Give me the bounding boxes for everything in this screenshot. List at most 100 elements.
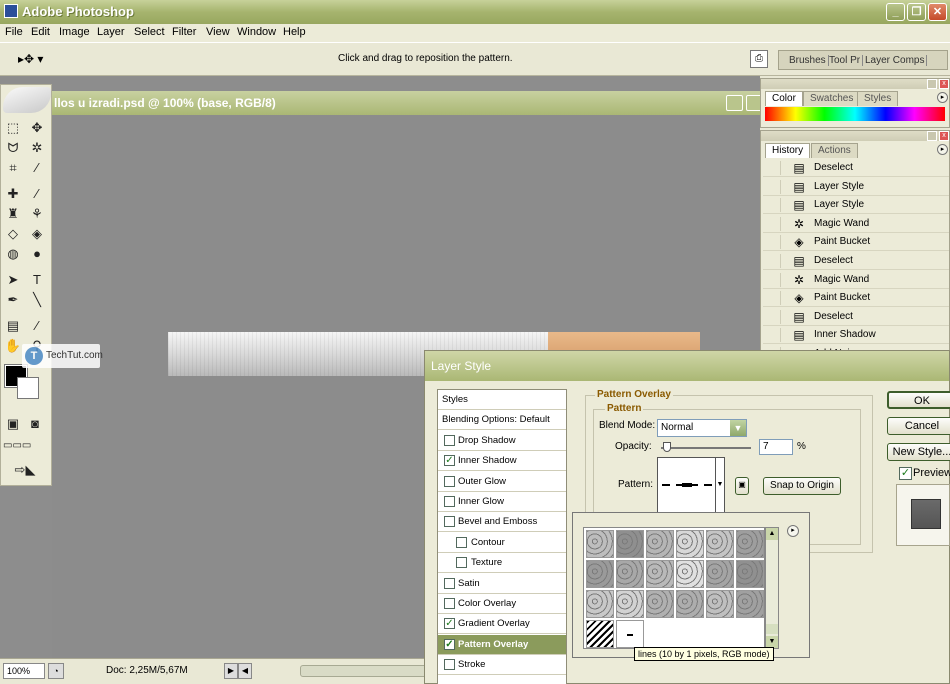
pattern-swatch-texture[interactable] — [646, 590, 674, 618]
pattern-swatch-texture[interactable] — [736, 530, 764, 558]
standard-mode-icon[interactable]: ▣ — [3, 415, 23, 433]
color-palette-close-button[interactable]: x — [939, 79, 949, 89]
paint-bucket-tool-icon[interactable]: ◈ — [27, 225, 47, 243]
history-item[interactable]: ▤ Deselect — [763, 159, 949, 177]
style-checkbox[interactable]: ✓ — [444, 638, 455, 650]
history-snapshot-source[interactable] — [765, 235, 781, 250]
pattern-swatch-texture[interactable] — [646, 530, 674, 558]
style-item-drop-shadow[interactable]: Drop Shadow — [438, 431, 566, 451]
document-title-bar[interactable]: llos u izradi.psd @ 100% (base, RGB/8) — [52, 91, 763, 115]
style-checkbox[interactable] — [456, 536, 467, 548]
history-snapshot-source[interactable] — [765, 291, 781, 306]
style-checkbox[interactable] — [444, 475, 455, 487]
status-menu-arrow-icon[interactable]: ▶ — [224, 663, 238, 679]
blur-tool-icon[interactable]: ◍ — [3, 245, 23, 263]
style-checkbox[interactable]: ✓ — [444, 455, 455, 467]
style-checkbox[interactable] — [444, 577, 455, 589]
pattern-swatch-texture[interactable] — [736, 560, 764, 588]
pattern-swatch-texture[interactable] — [706, 560, 734, 588]
pattern-swatch-texture[interactable] — [646, 560, 674, 588]
magic-wand-tool-icon[interactable]: ✲ — [27, 139, 47, 157]
notes-tool-icon[interactable]: ▤ — [3, 317, 23, 335]
style-item-satin[interactable]: Satin — [438, 574, 566, 594]
eraser-tool-icon[interactable]: ◇ — [3, 225, 23, 243]
style-checkbox[interactable] — [444, 598, 455, 609]
cancel-button[interactable]: Cancel — [887, 417, 950, 435]
history-brush-tool-icon[interactable]: ⚘ — [27, 205, 47, 223]
history-item[interactable]: ▤ Deselect — [763, 252, 949, 270]
line-tool-icon[interactable]: ╲ — [27, 291, 47, 309]
history-snapshot-source[interactable] — [765, 328, 781, 343]
history-palette-menu-icon[interactable]: ▸ — [937, 144, 948, 155]
pattern-swatch[interactable] — [657, 457, 719, 513]
pattern-swatch-texture[interactable] — [706, 530, 734, 558]
history-snapshot-source[interactable] — [765, 254, 781, 268]
pattern-picker-scrollbar[interactable]: ▲ ▼ — [765, 527, 779, 649]
color-palette-menu-icon[interactable]: ▸ — [937, 92, 948, 103]
style-item-inner-shadow[interactable]: ✓ Inner Shadow — [438, 451, 566, 472]
history-snapshot-source[interactable] — [765, 161, 781, 175]
dialog-title-bar[interactable]: Layer Style — [425, 351, 949, 381]
history-item[interactable]: ✲ Magic Wand — [763, 270, 949, 289]
well-tab-brushes[interactable]: Brushes — [789, 55, 829, 66]
style-checkbox[interactable]: ✓ — [444, 618, 455, 630]
style-item-contour[interactable]: Contour — [438, 533, 566, 553]
zoom-preview-icon[interactable]: ◔ — [48, 663, 64, 679]
brush-tool-icon[interactable]: ∕ — [27, 185, 47, 203]
restore-button[interactable]: ❐ — [907, 3, 926, 21]
healing-brush-tool-icon[interactable]: ✚ — [3, 185, 23, 203]
well-tab-tool-presets[interactable]: Tool Pr — [829, 55, 864, 66]
move-tool-icon[interactable]: ✥ — [27, 119, 47, 137]
menu-file[interactable]: File — [5, 26, 23, 38]
horizontal-scrollbar[interactable] — [300, 665, 430, 677]
history-palette-header[interactable] — [761, 131, 949, 141]
style-item-gradient-overlay[interactable]: ✓ Gradient Overlay — [438, 614, 566, 635]
pattern-swatch-texture[interactable] — [676, 560, 704, 588]
menu-select[interactable]: Select — [134, 26, 165, 38]
menu-help[interactable]: Help — [283, 26, 306, 38]
dodge-tool-icon[interactable]: ● — [27, 245, 47, 263]
tab-color[interactable]: Color — [765, 91, 803, 106]
pattern-swatch-diagonal[interactable] — [586, 620, 614, 648]
well-tab-layer-comps[interactable]: Layer Comps — [865, 55, 928, 66]
style-checkbox[interactable] — [444, 516, 455, 528]
tab-styles[interactable]: Styles — [857, 91, 899, 106]
ok-button[interactable]: OK — [887, 391, 950, 409]
menu-layer[interactable]: Layer — [97, 26, 125, 38]
zoom-field[interactable]: 100% — [3, 663, 45, 679]
history-snapshot-source[interactable] — [765, 216, 781, 231]
file-browser-icon[interactable]: ⎙ — [750, 50, 768, 68]
style-item-pattern-overlay[interactable]: ✓ Pattern Overlay — [438, 634, 566, 655]
preview-checkbox[interactable]: ✓ — [899, 467, 912, 480]
pattern-swatch-texture[interactable] — [616, 560, 644, 588]
style-checkbox[interactable] — [444, 496, 455, 507]
clone-stamp-tool-icon[interactable]: ♜ — [3, 205, 23, 223]
background-color-swatch[interactable] — [17, 377, 39, 399]
screen-mode-icon[interactable]: ▭▭▭ — [3, 437, 31, 455]
menu-filter[interactable]: Filter — [172, 26, 196, 38]
opacity-input[interactable]: 7 — [759, 439, 793, 455]
history-snapshot-source[interactable] — [765, 309, 781, 324]
style-item-blending-options-default[interactable]: Blending Options: Default — [438, 410, 566, 431]
document-minimize-button[interactable] — [726, 95, 743, 111]
snap-to-origin-button[interactable]: Snap to Origin — [763, 477, 841, 495]
crop-tool-icon[interactable]: ⌗ — [3, 159, 23, 177]
color-spectrum-bar[interactable] — [765, 107, 945, 121]
pattern-swatch-texture[interactable] — [706, 590, 734, 618]
opacity-slider-knob[interactable] — [663, 442, 672, 452]
scroll-thumb[interactable] — [766, 624, 778, 634]
path-selection-tool-icon[interactable]: ➤ — [3, 271, 23, 289]
pattern-swatch-texture[interactable] — [676, 590, 704, 618]
pattern-swatch-texture[interactable] — [586, 590, 614, 618]
pen-tool-icon[interactable]: ✒ — [3, 291, 23, 309]
hand-tool-icon[interactable]: ✋ — [3, 337, 23, 355]
move-tool-preset-icon[interactable]: ▸✥ ▾ — [18, 52, 50, 68]
menu-edit[interactable]: Edit — [31, 26, 50, 38]
history-palette-minimize-button[interactable] — [927, 131, 937, 141]
tab-swatches[interactable]: Swatches — [803, 91, 861, 106]
type-tool-icon[interactable]: T — [27, 271, 47, 289]
style-item-styles[interactable]: Styles — [438, 390, 566, 410]
history-item[interactable]: ▤ Deselect — [763, 307, 949, 326]
pattern-picker-arrow-icon[interactable]: ▼ — [715, 457, 725, 513]
menu-view[interactable]: View — [206, 26, 230, 38]
